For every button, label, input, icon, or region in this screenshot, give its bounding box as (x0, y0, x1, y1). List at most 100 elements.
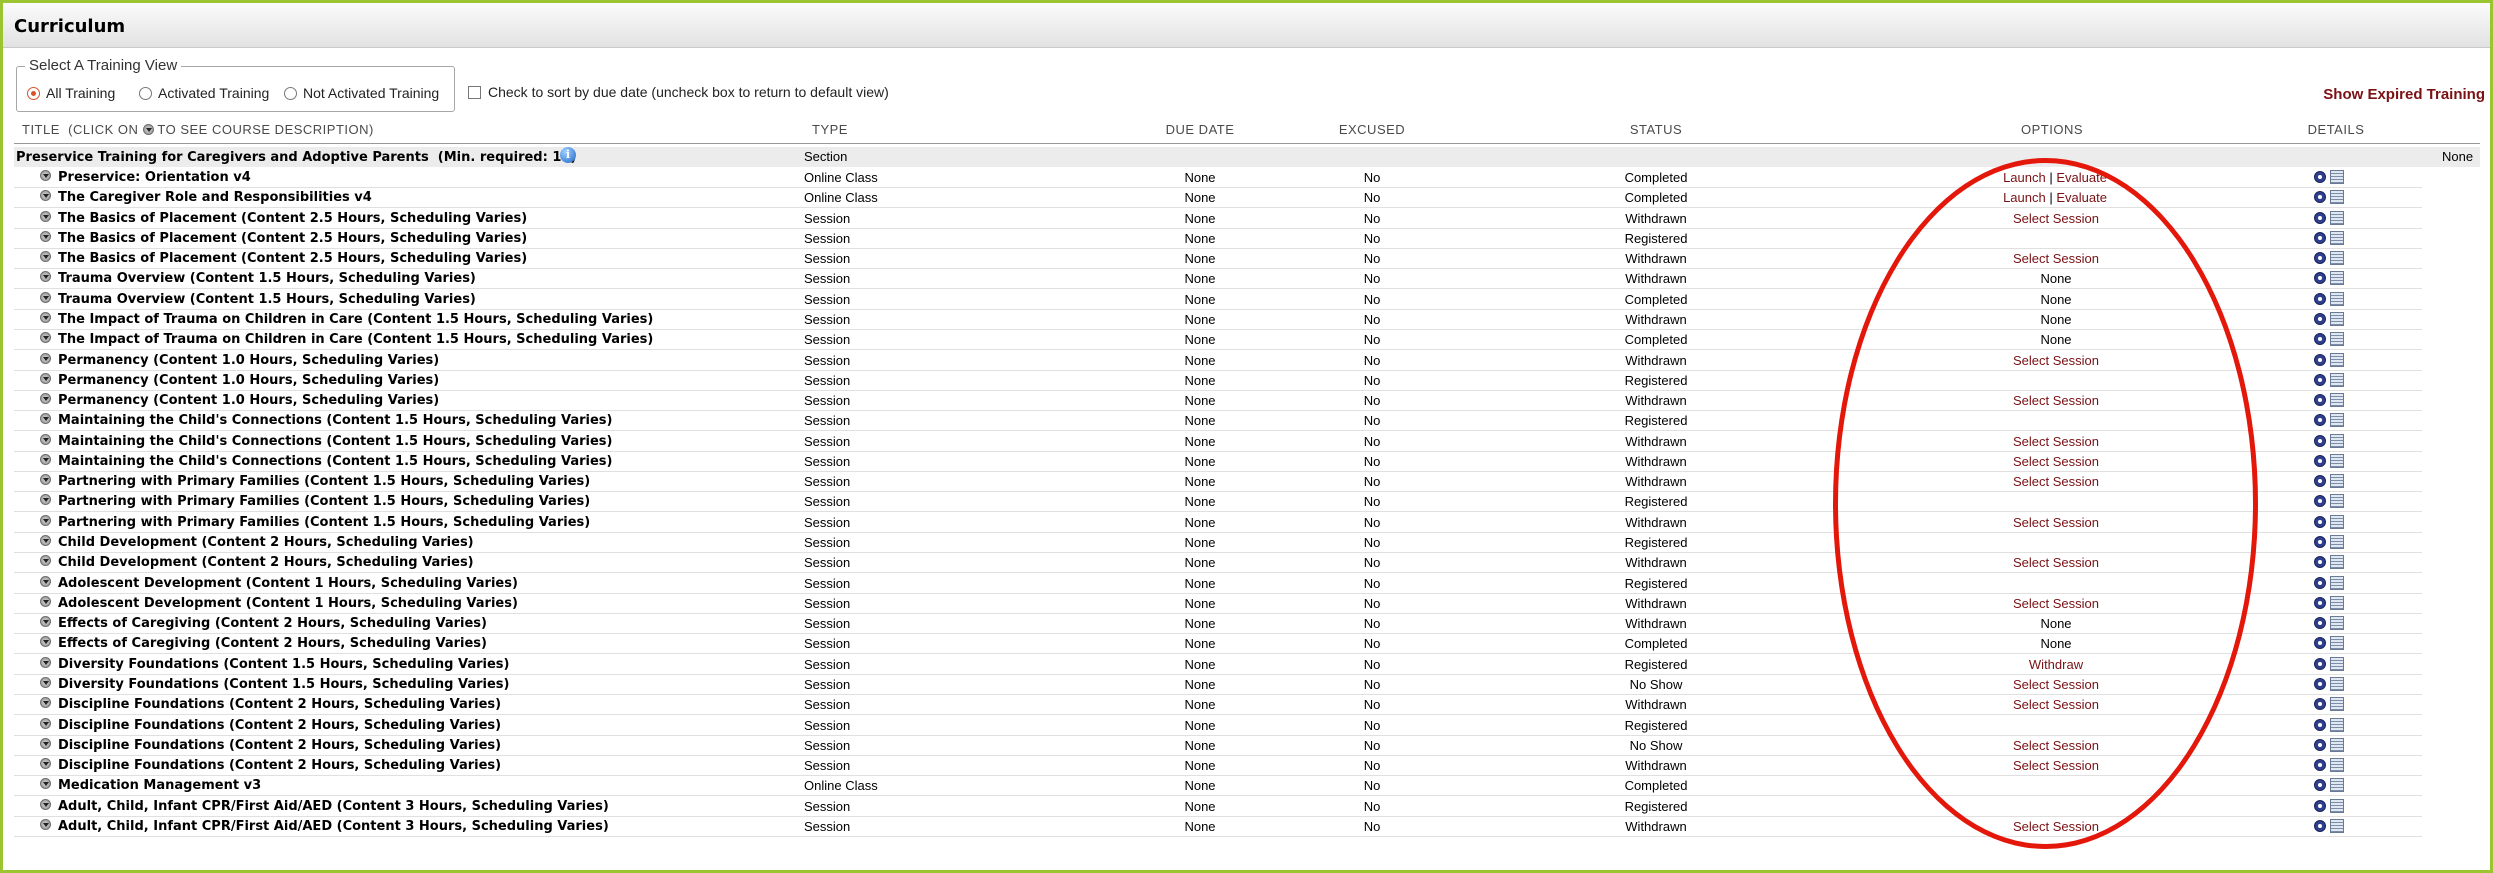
view-eye-icon[interactable] (2314, 515, 2326, 528)
view-eye-icon[interactable] (2314, 556, 2326, 569)
info-icon[interactable]: i (560, 147, 576, 163)
transcript-sheet-icon[interactable] (2330, 758, 2344, 773)
show-expired-training-link[interactable]: Show Expired Training (2323, 86, 2485, 103)
expand-arrow-icon[interactable] (40, 514, 51, 526)
transcript-sheet-icon[interactable] (2330, 717, 2344, 732)
expand-arrow-icon[interactable] (40, 230, 51, 242)
transcript-sheet-icon[interactable] (2330, 332, 2344, 347)
view-eye-icon[interactable] (2314, 272, 2326, 285)
view-eye-icon[interactable] (2314, 637, 2326, 650)
transcript-sheet-icon[interactable] (2330, 190, 2344, 205)
expand-arrow-icon[interactable] (40, 717, 51, 729)
launch-link[interactable]: Launch (2003, 190, 2046, 205)
select-session-link[interactable]: Select Session (2013, 474, 2099, 490)
transcript-sheet-icon[interactable] (2330, 818, 2344, 833)
radio-dot[interactable] (27, 86, 40, 100)
transcript-sheet-icon[interactable] (2330, 311, 2344, 326)
expand-arrow-icon[interactable] (40, 818, 51, 830)
transcript-sheet-icon[interactable] (2330, 778, 2344, 793)
select-session-link[interactable]: Select Session (2013, 515, 2099, 531)
expand-arrow-icon[interactable] (40, 575, 51, 587)
select-session-link[interactable]: Select Session (2013, 596, 2099, 612)
withdraw-link[interactable]: Withdraw (2029, 657, 2083, 673)
expand-arrow-icon[interactable] (40, 393, 51, 405)
expand-arrow-icon[interactable] (40, 433, 51, 445)
expand-arrow-icon[interactable] (40, 595, 51, 607)
view-eye-icon[interactable] (2314, 698, 2326, 711)
view-eye-icon[interactable] (2314, 576, 2326, 589)
view-eye-icon[interactable] (2314, 536, 2326, 549)
expand-arrow-icon[interactable] (40, 798, 51, 810)
view-eye-icon[interactable] (2314, 333, 2326, 346)
transcript-sheet-icon[interactable] (2330, 636, 2344, 651)
transcript-sheet-icon[interactable] (2330, 535, 2344, 550)
radio-dot[interactable] (139, 86, 152, 100)
expand-arrow-icon[interactable] (40, 372, 51, 384)
expand-arrow-icon[interactable] (40, 352, 51, 364)
expand-arrow-icon[interactable] (40, 737, 51, 749)
transcript-sheet-icon[interactable] (2330, 737, 2344, 752)
select-session-link[interactable]: Select Session (2013, 555, 2099, 571)
view-eye-icon[interactable] (2314, 475, 2326, 488)
evaluate-link[interactable]: Evaluate (2056, 170, 2107, 185)
transcript-sheet-icon[interactable] (2330, 413, 2344, 428)
view-eye-icon[interactable] (2314, 819, 2326, 832)
view-eye-icon[interactable] (2314, 191, 2326, 204)
transcript-sheet-icon[interactable] (2330, 474, 2344, 489)
select-session-link[interactable]: Select Session (2013, 677, 2099, 693)
view-eye-icon[interactable] (2314, 434, 2326, 447)
select-session-link[interactable]: Select Session (2013, 353, 2099, 369)
view-eye-icon[interactable] (2314, 759, 2326, 772)
view-eye-icon[interactable] (2314, 779, 2326, 792)
transcript-sheet-icon[interactable] (2330, 372, 2344, 387)
view-eye-icon[interactable] (2314, 495, 2326, 508)
select-session-link[interactable]: Select Session (2013, 697, 2099, 713)
radio-activated-training[interactable]: Activated Training (139, 85, 269, 101)
view-eye-icon[interactable] (2314, 171, 2326, 183)
view-eye-icon[interactable] (2314, 678, 2326, 690)
transcript-sheet-icon[interactable] (2330, 656, 2344, 671)
transcript-sheet-icon[interactable] (2330, 291, 2344, 306)
expand-arrow-icon[interactable] (40, 311, 51, 323)
view-eye-icon[interactable] (2314, 394, 2326, 407)
view-eye-icon[interactable] (2314, 596, 2326, 609)
view-eye-icon[interactable] (2314, 738, 2326, 751)
expand-arrow-icon[interactable] (40, 535, 51, 547)
transcript-sheet-icon[interactable] (2330, 575, 2344, 590)
transcript-sheet-icon[interactable] (2330, 616, 2344, 631)
radio-dot[interactable] (284, 86, 297, 100)
transcript-sheet-icon[interactable] (2330, 494, 2344, 509)
radio-all-training[interactable]: All Training (27, 85, 115, 101)
transcript-sheet-icon[interactable] (2330, 352, 2344, 367)
expand-arrow-icon[interactable] (40, 291, 51, 303)
transcript-sheet-icon[interactable] (2330, 251, 2344, 266)
transcript-sheet-icon[interactable] (2330, 697, 2344, 712)
expand-arrow-icon[interactable] (40, 677, 51, 688)
view-eye-icon[interactable] (2314, 312, 2326, 325)
transcript-sheet-icon[interactable] (2330, 555, 2344, 570)
select-session-link[interactable]: Select Session (2013, 434, 2099, 450)
transcript-sheet-icon[interactable] (2330, 393, 2344, 408)
expand-arrow-icon[interactable] (40, 210, 51, 222)
select-session-link[interactable]: Select Session (2013, 738, 2099, 754)
view-eye-icon[interactable] (2314, 617, 2326, 630)
evaluate-link[interactable]: Evaluate (2056, 190, 2107, 205)
transcript-sheet-icon[interactable] (2330, 170, 2344, 184)
select-session-link[interactable]: Select Session (2013, 393, 2099, 409)
view-eye-icon[interactable] (2314, 231, 2326, 244)
view-eye-icon[interactable] (2314, 292, 2326, 305)
transcript-sheet-icon[interactable] (2330, 210, 2344, 225)
view-eye-icon[interactable] (2314, 657, 2326, 670)
view-eye-icon[interactable] (2314, 799, 2326, 812)
sort-by-due-date-checkbox[interactable]: Check to sort by due date (uncheck box t… (468, 84, 889, 100)
select-session-link[interactable]: Select Session (2013, 454, 2099, 470)
select-session-link[interactable]: Select Session (2013, 211, 2099, 227)
view-eye-icon[interactable] (2314, 211, 2326, 224)
view-eye-icon[interactable] (2314, 353, 2326, 366)
transcript-sheet-icon[interactable] (2330, 595, 2344, 610)
view-eye-icon[interactable] (2314, 718, 2326, 731)
view-eye-icon[interactable] (2314, 373, 2326, 386)
view-eye-icon[interactable] (2314, 414, 2326, 427)
checkbox-box[interactable] (468, 85, 481, 99)
expand-arrow-icon[interactable] (40, 170, 51, 181)
